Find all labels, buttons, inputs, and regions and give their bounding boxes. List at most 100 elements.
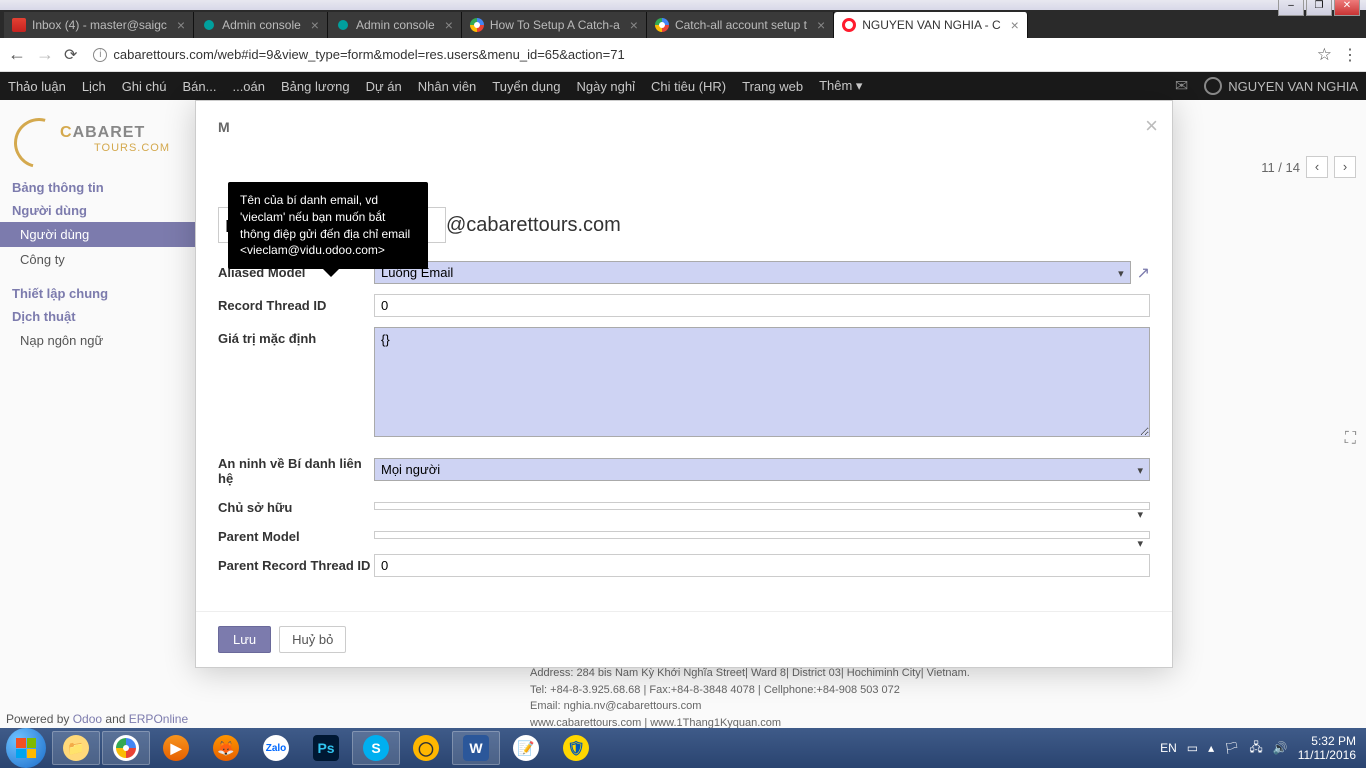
label-parent-thread-id: Parent Record Thread ID bbox=[218, 554, 374, 573]
menu-item[interactable]: Nhân viên bbox=[418, 79, 477, 94]
close-icon[interactable]: × bbox=[630, 17, 638, 33]
owner-select[interactable]: ▾ bbox=[374, 502, 1150, 510]
menu-item[interactable]: Chi tiêu (HR) bbox=[651, 79, 726, 94]
menu-item[interactable]: Ngày nghỉ bbox=[576, 79, 635, 94]
bookmark-icon[interactable]: ☆ bbox=[1317, 45, 1332, 65]
taskbar-uac[interactable]: 🛡 bbox=[552, 731, 600, 765]
taskbar-explorer[interactable]: 📁 bbox=[52, 731, 100, 765]
menu-item[interactable]: Tuyển dụng bbox=[492, 79, 560, 94]
tray-clock[interactable]: 5:32 PM 11/11/2016 bbox=[1298, 734, 1356, 763]
brand-logo[interactable]: CABARET TOURS.COM bbox=[0, 110, 195, 174]
gmail-icon bbox=[12, 18, 26, 32]
tray-network-icon[interactable]: 🖧 bbox=[1249, 738, 1262, 759]
sidebar-header-users[interactable]: Người dùng bbox=[0, 199, 195, 222]
forward-button[interactable]: → bbox=[36, 44, 54, 65]
window-minimize-button[interactable]: – bbox=[1278, 0, 1304, 16]
chevron-down-icon: ▾ bbox=[1137, 537, 1143, 550]
browser-tab[interactable]: Inbox (4) - master@saigc× bbox=[4, 12, 194, 38]
sidebar-header-general[interactable]: Thiết lập chung bbox=[0, 282, 195, 305]
cancel-button[interactable]: Huỷ bỏ bbox=[279, 626, 346, 653]
sidebar-header-dashboard[interactable]: Bảng thông tin bbox=[0, 176, 195, 199]
save-button[interactable]: Lưu bbox=[218, 626, 271, 653]
sidebar-header-translation[interactable]: Dịch thuật bbox=[0, 305, 195, 328]
alias-security-select[interactable]: Mọi người▾ bbox=[374, 458, 1150, 481]
taskbar-photoshop[interactable]: Ps bbox=[302, 731, 350, 765]
browser-tab-active[interactable]: NGUYEN VAN NGHIA - C× bbox=[834, 12, 1028, 38]
back-button[interactable]: ← bbox=[8, 44, 26, 65]
label-default-values: Giá trị mặc định bbox=[218, 327, 374, 346]
opera-icon bbox=[842, 18, 856, 32]
taskbar-notepad[interactable]: 📝 bbox=[502, 731, 550, 765]
avatar-icon bbox=[1204, 77, 1222, 95]
browser-tab[interactable]: Admin console× bbox=[328, 12, 462, 38]
sidebar: CABARET TOURS.COM Bảng thông tin Người d… bbox=[0, 100, 195, 353]
menu-item[interactable]: Dự án bbox=[366, 79, 402, 94]
taskbar-wmp[interactable]: ▶ bbox=[152, 731, 200, 765]
label-owner: Chủ sở hữu bbox=[218, 496, 374, 515]
tray-ime-icon[interactable]: ▭ bbox=[1187, 741, 1198, 755]
browser-tab[interactable]: How To Setup A Catch-a× bbox=[462, 12, 647, 38]
browser-tab[interactable]: Catch-all account setup t× bbox=[647, 12, 834, 38]
menu-item[interactable]: Lịch bbox=[82, 79, 106, 94]
logo-c-icon bbox=[14, 118, 62, 166]
alias-domain-label: @cabarettours.com bbox=[446, 214, 621, 237]
taskbar-word[interactable]: W bbox=[452, 731, 500, 765]
sidebar-item-company[interactable]: Công ty bbox=[0, 247, 195, 272]
aliased-model-select[interactable]: Luồng Email▾ bbox=[374, 261, 1131, 284]
menu-item[interactable]: Bảng lương bbox=[281, 79, 350, 94]
user-menu[interactable]: NGUYEN VAN NGHIA bbox=[1204, 77, 1358, 95]
menu-item[interactable]: Trang web bbox=[742, 79, 803, 94]
windows-taskbar: 📁 ▶ 🦊 Zalo Ps S ◯ W 📝 🛡 EN ▭ ▴ 🏳 🖧 🔊 5:3… bbox=[0, 728, 1366, 768]
dialog-title-prefix: M bbox=[218, 119, 1150, 135]
close-icon[interactable]: × bbox=[817, 17, 825, 33]
google-icon bbox=[655, 18, 669, 32]
taskbar-zalo[interactable]: Zalo bbox=[252, 731, 300, 765]
sidebar-item-users[interactable]: Người dùng bbox=[0, 222, 195, 247]
record-thread-id-input[interactable] bbox=[374, 294, 1150, 317]
chevron-down-icon: ▾ bbox=[1118, 267, 1124, 280]
erponline-link[interactable]: ERPOnline bbox=[129, 712, 188, 726]
label-alias-security: An ninh về Bí danh liên hệ bbox=[218, 452, 374, 486]
pager-prev-button[interactable]: ‹ bbox=[1306, 156, 1328, 178]
reload-button[interactable]: ⟳ bbox=[64, 45, 77, 65]
parent-model-select[interactable]: ▾ bbox=[374, 531, 1150, 539]
sidebar-item-load-language[interactable]: Nạp ngôn ngữ bbox=[0, 328, 195, 353]
default-values-textarea[interactable]: {} bbox=[374, 327, 1150, 437]
menu-item[interactable]: ...oán bbox=[232, 79, 265, 94]
menu-item[interactable]: Bán... bbox=[183, 79, 217, 94]
odoo-icon bbox=[202, 18, 216, 32]
address-bar[interactable]: i cabarettours.com/web#id=9&view_type=fo… bbox=[87, 43, 1306, 66]
label-parent-model: Parent Model bbox=[218, 525, 374, 544]
taskbar-firefox[interactable]: 🦊 bbox=[202, 731, 250, 765]
expand-icon[interactable]: ⛶ bbox=[1345, 430, 1356, 448]
close-icon[interactable]: × bbox=[177, 17, 185, 33]
close-icon[interactable]: × bbox=[311, 17, 319, 33]
close-icon[interactable]: × bbox=[1011, 17, 1019, 33]
menu-item[interactable]: Thảo luận bbox=[8, 79, 66, 94]
parent-thread-id-input[interactable] bbox=[374, 554, 1150, 577]
odoo-link[interactable]: Odoo bbox=[73, 712, 102, 726]
menu-item-more[interactable]: Thêm ▾ bbox=[819, 78, 862, 94]
close-icon[interactable]: × bbox=[445, 17, 453, 33]
window-maximize-button[interactable]: ❐ bbox=[1306, 0, 1332, 16]
pager-next-button[interactable]: › bbox=[1334, 156, 1356, 178]
browser-menu-icon[interactable]: ⋮ bbox=[1342, 45, 1358, 65]
taskbar-chrome[interactable] bbox=[102, 731, 150, 765]
app-main-menu: Thảo luận Lịch Ghi chú Bán... ...oán Bản… bbox=[0, 72, 1366, 100]
window-close-button[interactable]: ✕ bbox=[1334, 0, 1360, 16]
tray-flag-icon[interactable]: 🏳 bbox=[1224, 741, 1239, 755]
site-info-icon[interactable]: i bbox=[93, 48, 107, 62]
tray-lang[interactable]: EN bbox=[1160, 741, 1177, 755]
menu-item[interactable]: Ghi chú bbox=[122, 79, 167, 94]
taskbar-app[interactable]: ◯ bbox=[402, 731, 450, 765]
dialog-close-button[interactable]: × bbox=[1145, 113, 1158, 139]
start-button[interactable] bbox=[6, 728, 46, 768]
label-record-thread-id: Record Thread ID bbox=[218, 294, 374, 313]
tray-show-hidden-icon[interactable]: ▴ bbox=[1208, 741, 1214, 755]
external-link-icon[interactable]: ↗ bbox=[1137, 263, 1150, 283]
tray-volume-icon[interactable]: 🔊 bbox=[1273, 741, 1288, 755]
messages-icon[interactable]: ✉ bbox=[1175, 76, 1188, 96]
taskbar-skype[interactable]: S bbox=[352, 731, 400, 765]
browser-tab[interactable]: Admin console× bbox=[194, 12, 328, 38]
pager-text: 11 / 14 bbox=[1261, 160, 1300, 175]
